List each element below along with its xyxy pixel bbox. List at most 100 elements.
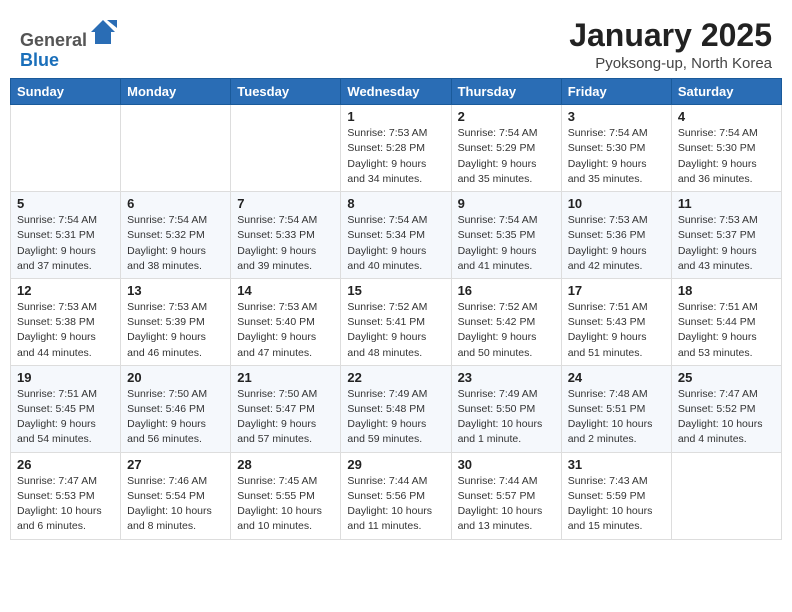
calendar-week-row: 1 Sunrise: 7:53 AM Sunset: 5:28 PM Daylig… <box>11 105 782 192</box>
day-info: Sunrise: 7:53 AM Sunset: 5:39 PM Dayligh… <box>127 300 224 361</box>
day-number: 7 <box>237 196 334 211</box>
day-info: Sunrise: 7:44 AM Sunset: 5:57 PM Dayligh… <box>458 474 555 535</box>
weekday-header: Sunday <box>11 79 121 105</box>
day-number: 11 <box>678 196 775 211</box>
calendar-cell: 17 Sunrise: 7:51 AM Sunset: 5:43 PM Dayli… <box>561 278 671 365</box>
day-number: 26 <box>17 457 114 472</box>
day-info: Sunrise: 7:53 AM Sunset: 5:36 PM Dayligh… <box>568 213 665 274</box>
calendar-cell: 10 Sunrise: 7:53 AM Sunset: 5:36 PM Dayli… <box>561 192 671 279</box>
day-info: Sunrise: 7:53 AM Sunset: 5:40 PM Dayligh… <box>237 300 334 361</box>
calendar-cell: 31 Sunrise: 7:43 AM Sunset: 5:59 PM Dayli… <box>561 452 671 539</box>
day-info: Sunrise: 7:54 AM Sunset: 5:30 PM Dayligh… <box>678 126 775 187</box>
day-number: 24 <box>568 370 665 385</box>
weekday-header: Saturday <box>671 79 781 105</box>
calendar-cell <box>11 105 121 192</box>
logo: General Blue <box>20 18 117 71</box>
weekday-header: Friday <box>561 79 671 105</box>
calendar-cell: 1 Sunrise: 7:53 AM Sunset: 5:28 PM Daylig… <box>341 105 451 192</box>
day-info: Sunrise: 7:50 AM Sunset: 5:47 PM Dayligh… <box>237 387 334 448</box>
day-number: 19 <box>17 370 114 385</box>
calendar-cell: 24Sunrise: 7:48 AM Sunset: 5:51 PM Dayli… <box>561 365 671 452</box>
day-number: 14 <box>237 283 334 298</box>
day-info: Sunrise: 7:54 AM Sunset: 5:33 PM Dayligh… <box>237 213 334 274</box>
day-info: Sunrise: 7:51 AM Sunset: 5:44 PM Dayligh… <box>678 300 775 361</box>
day-info: Sunrise: 7:54 AM Sunset: 5:32 PM Dayligh… <box>127 213 224 274</box>
day-number: 4 <box>678 109 775 124</box>
calendar-cell: 2 Sunrise: 7:54 AM Sunset: 5:29 PM Daylig… <box>451 105 561 192</box>
day-number: 29 <box>347 457 444 472</box>
page-header: General Blue January 2025 Pyoksong-up, N… <box>10 10 782 78</box>
calendar-cell: 26 Sunrise: 7:47 AM Sunset: 5:53 PM Dayli… <box>11 452 121 539</box>
calendar-cell: 20 Sunrise: 7:50 AM Sunset: 5:46 PM Dayli… <box>121 365 231 452</box>
day-number: 31 <box>568 457 665 472</box>
day-info: Sunrise: 7:54 AM Sunset: 5:30 PM Dayligh… <box>568 126 665 187</box>
day-info: Sunrise: 7:54 AM Sunset: 5:34 PM Dayligh… <box>347 213 444 274</box>
logo-general: General <box>20 30 87 50</box>
calendar-cell: 29 Sunrise: 7:44 AM Sunset: 5:56 PM Dayli… <box>341 452 451 539</box>
calendar-week-row: 5Sunrise: 7:54 AM Sunset: 5:31 PM Daylig… <box>11 192 782 279</box>
day-info: Sunrise: 7:45 AM Sunset: 5:55 PM Dayligh… <box>237 474 334 535</box>
day-number: 25 <box>678 370 775 385</box>
logo-blue: Blue <box>20 50 59 70</box>
calendar-cell: 22Sunrise: 7:49 AM Sunset: 5:48 PM Dayli… <box>341 365 451 452</box>
day-info: Sunrise: 7:43 AM Sunset: 5:59 PM Dayligh… <box>568 474 665 535</box>
day-info: Sunrise: 7:51 AM Sunset: 5:45 PM Dayligh… <box>17 387 114 448</box>
day-number: 6 <box>127 196 224 211</box>
day-number: 30 <box>458 457 555 472</box>
day-number: 17 <box>568 283 665 298</box>
calendar-cell: 6 Sunrise: 7:54 AM Sunset: 5:32 PM Daylig… <box>121 192 231 279</box>
calendar-cell: 14 Sunrise: 7:53 AM Sunset: 5:40 PM Dayli… <box>231 278 341 365</box>
weekday-header: Thursday <box>451 79 561 105</box>
calendar-week-row: 12Sunrise: 7:53 AM Sunset: 5:38 PM Dayli… <box>11 278 782 365</box>
day-info: Sunrise: 7:53 AM Sunset: 5:37 PM Dayligh… <box>678 213 775 274</box>
calendar-cell: 27Sunrise: 7:46 AM Sunset: 5:54 PM Dayli… <box>121 452 231 539</box>
day-number: 21 <box>237 370 334 385</box>
location-subtitle: Pyoksong-up, North Korea <box>569 55 772 72</box>
day-info: Sunrise: 7:52 AM Sunset: 5:41 PM Dayligh… <box>347 300 444 361</box>
day-number: 20 <box>127 370 224 385</box>
day-info: Sunrise: 7:50 AM Sunset: 5:46 PM Dayligh… <box>127 387 224 448</box>
calendar-cell: 19 Sunrise: 7:51 AM Sunset: 5:45 PM Dayli… <box>11 365 121 452</box>
calendar-cell <box>231 105 341 192</box>
day-info: Sunrise: 7:54 AM Sunset: 5:35 PM Dayligh… <box>458 213 555 274</box>
day-number: 15 <box>347 283 444 298</box>
day-number: 9 <box>458 196 555 211</box>
calendar-cell: 12Sunrise: 7:53 AM Sunset: 5:38 PM Dayli… <box>11 278 121 365</box>
day-number: 8 <box>347 196 444 211</box>
weekday-header: Monday <box>121 79 231 105</box>
day-info: Sunrise: 7:53 AM Sunset: 5:28 PM Dayligh… <box>347 126 444 187</box>
day-number: 16 <box>458 283 555 298</box>
calendar-week-row: 26 Sunrise: 7:47 AM Sunset: 5:53 PM Dayli… <box>11 452 782 539</box>
day-info: Sunrise: 7:54 AM Sunset: 5:29 PM Dayligh… <box>458 126 555 187</box>
calendar-cell: 21 Sunrise: 7:50 AM Sunset: 5:47 PM Dayli… <box>231 365 341 452</box>
calendar-cell: 11 Sunrise: 7:53 AM Sunset: 5:37 PM Dayli… <box>671 192 781 279</box>
day-info: Sunrise: 7:51 AM Sunset: 5:43 PM Dayligh… <box>568 300 665 361</box>
calendar-cell: 8 Sunrise: 7:54 AM Sunset: 5:34 PM Daylig… <box>341 192 451 279</box>
weekday-header: Wednesday <box>341 79 451 105</box>
calendar-cell: 15 Sunrise: 7:52 AM Sunset: 5:41 PM Dayli… <box>341 278 451 365</box>
title-block: January 2025 Pyoksong-up, North Korea <box>569 18 772 72</box>
logo-icon <box>89 18 117 46</box>
day-number: 22 <box>347 370 444 385</box>
day-info: Sunrise: 7:49 AM Sunset: 5:50 PM Dayligh… <box>458 387 555 448</box>
calendar-table: SundayMondayTuesdayWednesdayThursdayFrid… <box>10 78 782 539</box>
day-number: 2 <box>458 109 555 124</box>
day-number: 28 <box>237 457 334 472</box>
calendar-cell: 16 Sunrise: 7:52 AM Sunset: 5:42 PM Dayli… <box>451 278 561 365</box>
day-info: Sunrise: 7:44 AM Sunset: 5:56 PM Dayligh… <box>347 474 444 535</box>
day-number: 1 <box>347 109 444 124</box>
calendar-cell: 30 Sunrise: 7:44 AM Sunset: 5:57 PM Dayli… <box>451 452 561 539</box>
calendar-cell: 25Sunrise: 7:47 AM Sunset: 5:52 PM Dayli… <box>671 365 781 452</box>
calendar-cell <box>671 452 781 539</box>
day-number: 10 <box>568 196 665 211</box>
day-number: 18 <box>678 283 775 298</box>
day-info: Sunrise: 7:52 AM Sunset: 5:42 PM Dayligh… <box>458 300 555 361</box>
calendar-cell: 4 Sunrise: 7:54 AM Sunset: 5:30 PM Daylig… <box>671 105 781 192</box>
day-number: 13 <box>127 283 224 298</box>
weekday-header: Tuesday <box>231 79 341 105</box>
day-info: Sunrise: 7:54 AM Sunset: 5:31 PM Dayligh… <box>17 213 114 274</box>
day-info: Sunrise: 7:47 AM Sunset: 5:53 PM Dayligh… <box>17 474 114 535</box>
day-number: 27 <box>127 457 224 472</box>
calendar-cell: 9 Sunrise: 7:54 AM Sunset: 5:35 PM Daylig… <box>451 192 561 279</box>
calendar-cell <box>121 105 231 192</box>
